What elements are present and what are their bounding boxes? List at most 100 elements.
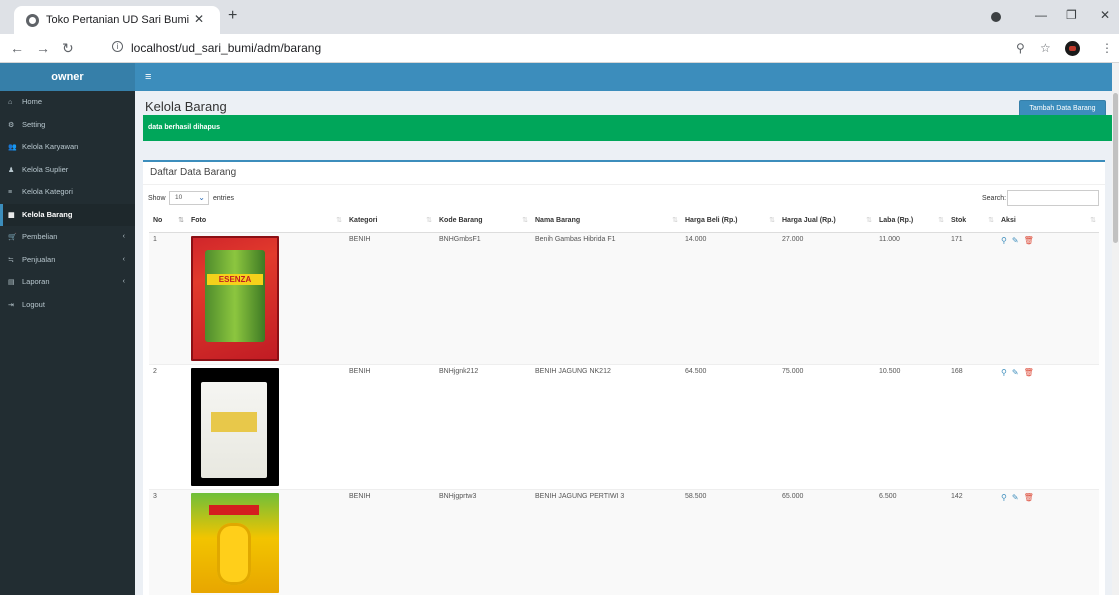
restore-icon[interactable]: ❐ bbox=[1066, 8, 1077, 22]
header-label: Kode Barang bbox=[439, 217, 483, 225]
report-icon: ▤ bbox=[8, 279, 15, 286]
url-input[interactable]: localhost/ud_sari_bumi/adm/barang bbox=[131, 41, 321, 55]
column-header-harga-beli[interactable]: Harga Beli (Rp.) ⇅ bbox=[681, 210, 778, 233]
cell-no: 3 bbox=[149, 488, 187, 595]
cell-laba: 10.500 bbox=[875, 363, 947, 489]
new-tab-icon[interactable]: + bbox=[228, 7, 237, 25]
data-box: Daftar Data Barang Show 10 ⌄ entries Sea… bbox=[143, 160, 1105, 595]
sidebar-item-label: Laporan bbox=[22, 277, 50, 286]
page-scrollbar[interactable] bbox=[1112, 63, 1119, 595]
sort-icon: ⇅ bbox=[938, 217, 944, 224]
info-icon[interactable]: i bbox=[112, 41, 123, 52]
edit-icon[interactable]: ✎ bbox=[1012, 236, 1019, 245]
delete-icon[interactable]: 🗑 bbox=[1024, 368, 1034, 377]
globe-icon bbox=[26, 14, 39, 27]
zoom-icon[interactable]: ⚲ bbox=[1016, 41, 1025, 55]
column-header-kode[interactable]: Kode Barang ⇅ bbox=[435, 210, 531, 233]
view-icon[interactable]: ⚲ bbox=[1001, 493, 1007, 502]
sidebar-item-barang[interactable]: ▦ Kelola Barang bbox=[0, 203, 135, 226]
sidebar-item-label: Kelola Suplier bbox=[22, 164, 69, 174]
window-close-icon[interactable]: ✕ bbox=[1100, 8, 1110, 22]
view-icon[interactable]: ⚲ bbox=[1001, 368, 1007, 377]
sidebar-item-setting[interactable]: ⚙ Setting bbox=[0, 114, 135, 137]
page-title: Kelola Barang bbox=[145, 99, 227, 114]
action-group: ⚲ ✎ 🗑 bbox=[1001, 236, 1095, 245]
cell-kategori: BENIH bbox=[345, 231, 435, 364]
sidebar-item-label: Pembelian bbox=[22, 232, 58, 241]
sidebar-item-kategori[interactable]: ≡ Kelola Kategori bbox=[0, 181, 135, 204]
sidebar-item-label: Setting bbox=[22, 119, 46, 129]
delete-icon[interactable]: 🗑 bbox=[1024, 236, 1034, 245]
header-label: Foto bbox=[191, 217, 207, 225]
forward-icon[interactable]: → bbox=[36, 40, 50, 56]
sidebar-item-penjualan[interactable]: ≒ Penjualan ‹ bbox=[0, 249, 135, 272]
table-row: 2 BENIH BNHjgnk212 BENIH JAGUNG NK212 64… bbox=[149, 363, 1099, 489]
cell-aksi: ⚲ ✎ 🗑 bbox=[997, 363, 1099, 489]
header-label: Harga Jual (Rp.) bbox=[782, 217, 836, 225]
sort-icon: ⇅ bbox=[769, 217, 775, 224]
cell-harga-beli: 64.500 bbox=[681, 363, 778, 489]
users-icon: 👥 bbox=[8, 144, 17, 151]
home-icon: ⌂ bbox=[8, 99, 13, 106]
cell-stok: 168 bbox=[947, 363, 997, 489]
app-brand[interactable]: owner bbox=[0, 63, 135, 91]
chevron-left-icon: ‹ bbox=[122, 278, 125, 285]
entries-select[interactable]: 10 ⌄ bbox=[169, 191, 209, 205]
close-tab-icon[interactable]: ✕ bbox=[194, 12, 204, 26]
sidebar-item-label: Home bbox=[22, 97, 43, 106]
product-image bbox=[191, 367, 279, 486]
chevron-left-icon: ‹ bbox=[122, 255, 125, 263]
product-image bbox=[191, 492, 279, 593]
edit-icon[interactable]: ✎ bbox=[1012, 368, 1019, 377]
sort-icon: ⇅ bbox=[336, 217, 342, 224]
profile-indicator-icon[interactable] bbox=[991, 12, 1001, 22]
list-icon: ≡ bbox=[8, 189, 13, 196]
column-header-nama[interactable]: Nama Barang ⇅ bbox=[531, 210, 681, 233]
sidebar-item-label: Kelola Kategori bbox=[22, 187, 73, 196]
sidebar-item-home[interactable]: ⌂ Home bbox=[0, 91, 135, 114]
header-label: Aksi bbox=[1001, 217, 1016, 225]
bookmark-star-icon[interactable]: ☆ bbox=[1040, 41, 1051, 55]
cell-harga-jual: 75.000 bbox=[778, 363, 875, 489]
column-header-kategori[interactable]: Kategori ⇅ bbox=[345, 210, 435, 233]
sort-icon: ⇅ bbox=[988, 217, 994, 224]
minimize-icon[interactable]: — bbox=[1035, 8, 1047, 22]
header-label: Stok bbox=[951, 217, 967, 225]
reload-icon[interactable]: ↻ bbox=[62, 40, 74, 57]
column-header-no[interactable]: No ⇅ bbox=[149, 210, 187, 233]
address-bar: ← → ↻ i localhost/ud_sari_bumi/adm/baran… bbox=[0, 34, 1119, 63]
search-input[interactable] bbox=[1007, 190, 1099, 206]
column-header-harga-jual[interactable]: Harga Jual (Rp.) ⇅ bbox=[778, 210, 875, 233]
extension-icon[interactable] bbox=[1065, 41, 1080, 56]
column-header-laba[interactable]: Laba (Rp.) ⇅ bbox=[875, 210, 947, 233]
sidebar-item-suplier[interactable]: ♟ Kelola Suplier bbox=[0, 159, 135, 182]
sidebar-item-label: Kelola Barang bbox=[22, 209, 73, 219]
cell-nama: BENIH JAGUNG PERTIWI 3 bbox=[531, 488, 681, 595]
header-label: Kategori bbox=[349, 217, 378, 225]
cell-harga-jual: 65.000 bbox=[778, 488, 875, 595]
cell-stok: 142 bbox=[947, 488, 997, 595]
column-header-aksi[interactable]: Aksi ⇅ bbox=[997, 210, 1099, 233]
delete-icon[interactable]: 🗑 bbox=[1024, 493, 1034, 502]
column-header-stok[interactable]: Stok ⇅ bbox=[947, 210, 997, 233]
sidebar-item-pembelian[interactable]: 🛒 Pembelian ‹ bbox=[0, 226, 135, 249]
sidebar-item-laporan[interactable]: ▤ Laporan ‹ bbox=[0, 271, 135, 294]
scrollbar-thumb[interactable] bbox=[1113, 93, 1118, 243]
cell-kode: BNHjgprtw3 bbox=[435, 488, 531, 595]
browser-tab[interactable]: Toko Pertanian UD Sari Bumi ✕ bbox=[14, 6, 220, 34]
action-group: ⚲ ✎ 🗑 bbox=[1001, 368, 1095, 377]
browser-menu-icon[interactable]: ⋮ bbox=[1101, 41, 1113, 55]
data-table: No ⇅ Foto ⇅ Kategori ⇅ Kode Barang ⇅ Nama Ba… bbox=[149, 210, 1099, 595]
cell-aksi: ⚲ ✎ 🗑 bbox=[997, 488, 1099, 595]
sidebar-item-karyawan[interactable]: 👥 Kelola Karyawan bbox=[0, 136, 135, 159]
view-icon[interactable]: ⚲ bbox=[1001, 236, 1007, 245]
cell-foto: ESENZA bbox=[187, 231, 345, 364]
entries-label: entries bbox=[213, 195, 235, 202]
column-header-foto[interactable]: Foto ⇅ bbox=[187, 210, 345, 233]
edit-icon[interactable]: ✎ bbox=[1012, 493, 1019, 502]
back-icon[interactable]: ← bbox=[10, 40, 24, 56]
sidebar-item-label: Penjualan bbox=[22, 254, 56, 264]
sort-icon: ⇅ bbox=[522, 217, 528, 224]
sidebar-item-logout[interactable]: ⇥ Logout bbox=[0, 294, 135, 317]
menu-toggle-icon[interactable]: ≡ bbox=[145, 71, 151, 83]
